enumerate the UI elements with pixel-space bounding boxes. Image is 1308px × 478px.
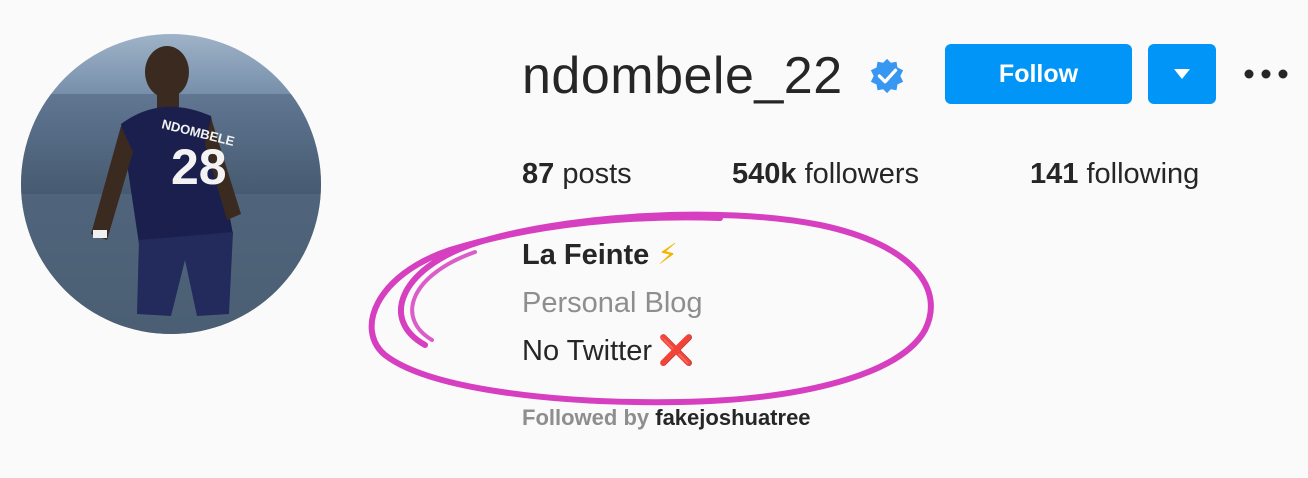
followed-by[interactable]: Followed by fakejoshuatree [522,404,811,432]
followed-by-user-link[interactable]: fakejoshuatree [655,405,810,430]
follow-button[interactable]: Follow [945,44,1132,104]
bio-full-name: La Feinte ⚡ [522,236,678,274]
followers-label: followers [804,158,920,190]
profile-avatar[interactable]: 28 NDOMBELE [21,34,321,334]
bio-text-content: No Twitter [522,335,653,367]
following-count: 141 [1030,158,1079,190]
more-options-icon [1244,69,1288,79]
verified-badge-icon [868,57,906,95]
profile-username: ndombele_22 [522,47,843,105]
jersey-number: 28 [171,139,227,195]
posts-count: 87 [522,158,555,190]
lightning-bolt-icon: ⚡ [657,239,678,271]
bio-text: No Twitter ❌ [522,332,694,370]
bio-category: Personal Blog [522,287,703,319]
followers-stat[interactable]: 540k followers [732,154,919,194]
more-options-button[interactable] [1240,60,1292,88]
cross-mark-icon: ❌ [658,335,695,367]
profile-page: 28 NDOMBELE ndombele_22 Follow 87 posts … [0,0,1308,478]
bio-name-text: La Feinte [522,239,650,271]
suggested-accounts-dropdown-button[interactable] [1148,44,1216,104]
posts-label: posts [562,158,632,190]
following-stat[interactable]: 141 following [1030,154,1199,194]
chevron-down-icon [1174,69,1190,79]
followed-by-prefix: Followed by [522,405,650,430]
followers-count: 540k [732,158,797,190]
posts-stat: 87 posts [522,154,632,194]
following-label: following [1086,158,1200,190]
avatar-photo: 28 NDOMBELE [21,34,321,334]
